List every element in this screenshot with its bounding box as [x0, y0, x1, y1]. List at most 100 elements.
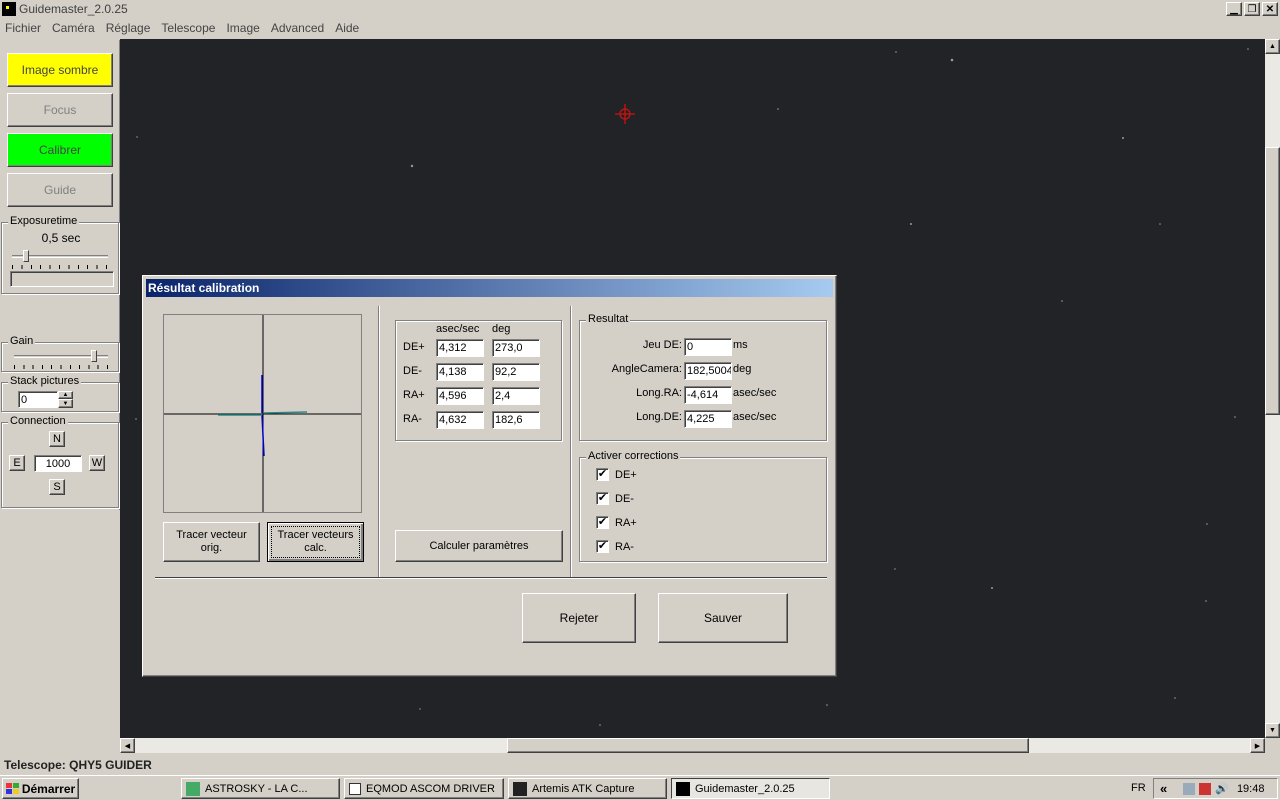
menu-camera[interactable]: Caméra	[52, 21, 95, 35]
trace-calc-button[interactable]: Tracer vecteurs calc.	[267, 522, 364, 562]
ra-plus-deg-field[interactable]: 2,4	[492, 387, 540, 405]
angle-camera-field[interactable]: 182,5004	[684, 362, 732, 380]
connection-group: Connection N E 1000 W S	[1, 415, 119, 508]
menu-advanced[interactable]: Advanced	[271, 21, 324, 35]
taskbar-item-astrosky[interactable]: ASTROSKY - LA C...	[181, 778, 340, 799]
checkbox-ra-plus[interactable]: ✔	[596, 516, 609, 529]
ra-minus-deg-field[interactable]: 182,6	[492, 411, 540, 429]
south-button[interactable]: S	[49, 479, 65, 495]
title-bar: Guidemaster_2.0.25 ▁ ❐ ✕	[0, 0, 1280, 18]
pulse-input[interactable]: 1000	[34, 455, 82, 472]
long-ra-field[interactable]: -4,614	[684, 386, 732, 404]
vertical-scrollbar[interactable]: ▲ ▼	[1265, 39, 1280, 738]
vector-plot-svg	[164, 315, 361, 512]
tray-network-icon[interactable]	[1183, 782, 1196, 795]
calibrate-button[interactable]: Calibrer	[7, 133, 113, 167]
correction-de-plus[interactable]: ✔ DE+	[596, 468, 637, 481]
scroll-right-icon[interactable]: ▶	[1250, 738, 1265, 753]
calculate-params-button[interactable]: Calculer paramètres	[395, 530, 563, 562]
correction-de-minus[interactable]: ✔ DE-	[596, 492, 634, 505]
menu-reglage[interactable]: Réglage	[106, 21, 151, 35]
taskbar-item-eqmod[interactable]: EQMOD ASCOM DRIVER	[344, 778, 504, 799]
checkbox-de-minus[interactable]: ✔	[596, 492, 609, 505]
start-button[interactable]: Démarrer	[2, 778, 79, 799]
taskbar-item-artemis[interactable]: Artemis ATK Capture	[508, 778, 667, 799]
language-indicator[interactable]: FR	[1131, 782, 1146, 794]
jeu-de-label: Jeu DE:	[642, 339, 682, 351]
correction-ra-plus[interactable]: ✔ RA+	[596, 516, 637, 529]
divider-horizontal	[155, 577, 827, 579]
menu-image[interactable]: Image	[226, 21, 259, 35]
north-button[interactable]: N	[49, 431, 65, 447]
checkbox-de-plus[interactable]: ✔	[596, 468, 609, 481]
exposure-slider-thumb[interactable]	[22, 250, 29, 262]
guide-button[interactable]: Guide	[7, 173, 113, 207]
divider-vertical-1	[378, 306, 380, 578]
horizontal-scrollbar[interactable]: ◀ ▶	[120, 738, 1265, 753]
status-bar: Telescope: QHY5 GUIDER	[0, 756, 1280, 774]
artemis-icon	[513, 781, 527, 796]
stack-spinner[interactable]: ▲ ▼	[58, 391, 73, 408]
menu-fichier[interactable]: Fichier	[5, 21, 41, 35]
taskbar-item-guidemaster[interactable]: Guidemaster_2.0.25	[671, 778, 830, 799]
checkbox-ra-minus[interactable]: ✔	[596, 540, 609, 553]
spin-down-icon[interactable]: ▼	[58, 399, 73, 408]
long-de-label: Long.DE:	[636, 411, 682, 423]
restore-button[interactable]: ❐	[1244, 2, 1260, 16]
reject-button[interactable]: Rejeter	[522, 593, 636, 643]
gain-slider[interactable]	[14, 350, 108, 371]
focus-button[interactable]: Focus	[7, 93, 113, 127]
taskbar-item-artemis-label: Artemis ATK Capture	[532, 782, 635, 795]
west-button[interactable]: W	[89, 455, 105, 471]
row-label-de-minus: DE-	[403, 365, 422, 377]
menu-bar: Fichier Caméra Réglage Telescope Image A…	[0, 19, 1280, 37]
app-icon	[2, 2, 16, 16]
jeu-de-field[interactable]: 0	[684, 338, 732, 356]
tray-volume-icon[interactable]: 🔊	[1215, 782, 1229, 795]
correction-de-minus-label: DE-	[615, 492, 634, 505]
vector-plot	[163, 314, 362, 513]
clock: 19:48	[1236, 782, 1265, 795]
close-button[interactable]: ✕	[1262, 2, 1278, 16]
window-title: Guidemaster_2.0.25	[19, 2, 128, 16]
row-label-ra-plus: RA+	[403, 389, 425, 401]
long-de-field[interactable]: 4,225	[684, 410, 732, 428]
taskbar-item-eqmod-label: EQMOD ASCOM DRIVER	[366, 782, 495, 795]
dark-image-button[interactable]: Image sombre	[7, 53, 113, 87]
tray-expand-icon[interactable]: «	[1160, 781, 1167, 796]
trace-orig-button[interactable]: Tracer vecteur orig.	[163, 522, 260, 562]
correction-ra-minus[interactable]: ✔ RA-	[596, 540, 634, 553]
de-plus-asec-field[interactable]: 4,312	[436, 339, 484, 357]
scroll-down-icon[interactable]: ▼	[1265, 723, 1280, 738]
angle-camera-label: AngleCamera:	[611, 363, 682, 375]
correction-ra-plus-label: RA+	[615, 516, 637, 529]
long-ra-label: Long.RA:	[636, 387, 682, 399]
vertical-scroll-thumb[interactable]	[1265, 147, 1280, 415]
save-button[interactable]: Sauver	[658, 593, 788, 643]
de-plus-deg-field[interactable]: 273,0	[492, 339, 540, 357]
tray-disconnect-icon[interactable]	[1199, 782, 1212, 795]
exposure-slider[interactable]	[12, 250, 108, 271]
scroll-up-icon[interactable]: ▲	[1265, 39, 1280, 54]
scroll-left-icon[interactable]: ◀	[120, 738, 135, 753]
menu-telescope[interactable]: Telescope	[161, 21, 215, 35]
menu-aide[interactable]: Aide	[335, 21, 359, 35]
ra-plus-asec-field[interactable]: 4,596	[436, 387, 484, 405]
dialog-title: Résultat calibration	[148, 281, 260, 295]
angle-camera-unit: deg	[733, 363, 752, 375]
exposure-progress	[10, 271, 114, 287]
corrections-group: Activer corrections ✔ DE+ ✔ DE- ✔ RA+ ✔ RA-	[579, 450, 827, 562]
east-button[interactable]: E	[9, 455, 25, 471]
ra-minus-asec-field[interactable]: 4,632	[436, 411, 484, 429]
calibration-dialog: Résultat calibration Tracer vecteur orig…	[142, 275, 837, 677]
horizontal-scroll-thumb[interactable]	[507, 738, 1029, 753]
de-minus-deg-field[interactable]: 92,2	[492, 363, 540, 381]
stack-input[interactable]: 0	[18, 391, 58, 408]
spin-up-icon[interactable]: ▲	[58, 391, 73, 399]
divider-vertical-2	[570, 306, 572, 578]
minimize-button[interactable]: ▁	[1226, 2, 1242, 16]
gain-slider-thumb[interactable]	[91, 350, 98, 362]
stack-title: Stack pictures	[8, 375, 82, 387]
de-minus-asec-field[interactable]: 4,138	[436, 363, 484, 381]
long-ra-unit: asec/sec	[733, 387, 777, 399]
